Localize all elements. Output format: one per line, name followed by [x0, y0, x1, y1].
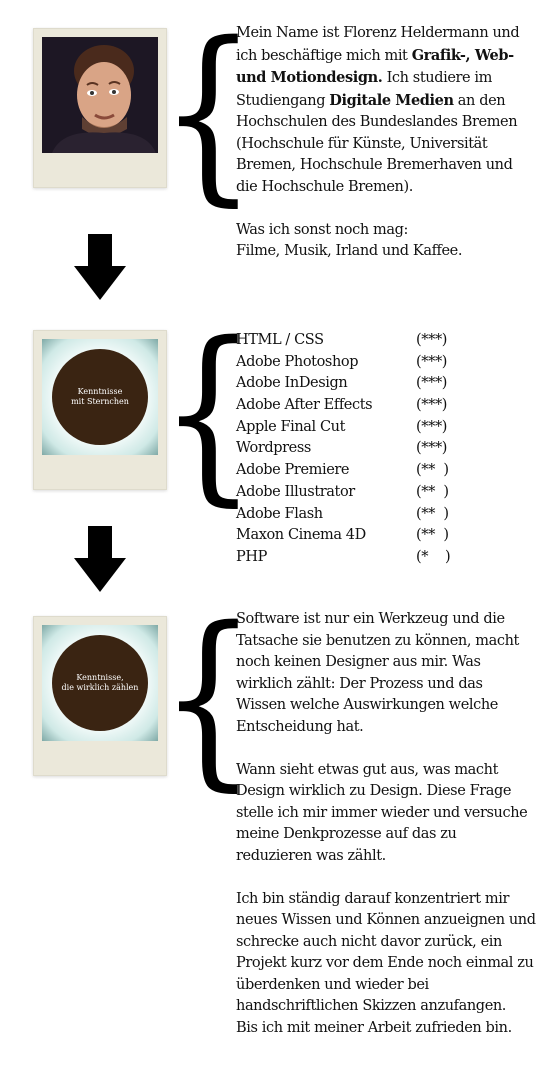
skill-name: Adobe After Effects — [236, 397, 373, 414]
skill-rating: (***) — [416, 375, 448, 392]
skill-row: Adobe Premiere (** ) — [236, 460, 476, 482]
skill-name: Adobe Photoshop — [236, 353, 359, 370]
likes-text: Filme, Musik, Irland und Kaffee. — [236, 243, 463, 259]
philosophy-paragraph-4: Bis ich mit meiner Arbeit zufrieden bin. — [236, 1019, 512, 1036]
skill-rating: (***) — [416, 418, 448, 435]
portrait-photo — [42, 37, 158, 153]
skill-row: HTML / CSS (***) — [236, 330, 476, 352]
skill-rating: (***) — [416, 353, 448, 370]
arrow-down-icon — [74, 234, 126, 300]
skill-name: Maxon Cinema 4D — [236, 527, 366, 544]
skill-row: Adobe Flash (** ) — [236, 504, 476, 526]
skill-name: Apple Final Cut — [236, 418, 346, 435]
skills-circle-label: Kenntnisse mit Sternchen — [71, 387, 129, 406]
philosophy-paragraph-2: Wann sieht etwas gut aus, was macht Desi… — [236, 761, 528, 864]
values-circle: Kenntnisse, die wirklich zählen — [52, 635, 148, 731]
skill-row: Adobe Illustrator (** ) — [236, 482, 476, 504]
philosophy-text-block: Software ist nur ein Werkzeug und die Ta… — [236, 609, 536, 1039]
curly-brace-icon: { — [160, 2, 257, 223]
values-photo: Kenntnisse, die wirklich zählen — [42, 625, 158, 741]
skill-name: Adobe Premiere — [236, 462, 350, 479]
skill-name: Adobe Flash — [236, 505, 323, 522]
philosophy-paragraph-3: Ich bin ständig darauf konzentriert mir … — [236, 890, 536, 1015]
curly-brace-icon: { — [160, 587, 257, 808]
skill-name: Adobe Illustrator — [236, 483, 355, 500]
skill-row: Adobe After Effects (***) — [236, 395, 476, 417]
skill-row: Wordpress (***) — [236, 438, 476, 460]
skill-row: Maxon Cinema 4D (** ) — [236, 525, 476, 547]
values-polaroid: Kenntnisse, die wirklich zählen — [33, 616, 167, 776]
skills-photo: Kenntnisse mit Sternchen — [42, 339, 158, 455]
skill-rating: (* ) — [416, 548, 451, 565]
values-circle-label: Kenntnisse, die wirklich zählen — [61, 673, 139, 692]
skill-rating: (** ) — [416, 483, 449, 500]
skill-row: Apple Final Cut (***) — [236, 417, 476, 439]
skill-name: Adobe InDesign — [236, 375, 348, 392]
skills-circle: Kenntnisse mit Sternchen — [52, 349, 148, 445]
bio-paragraph: Mein Name ist Florenz Heldermann und ich… — [236, 23, 536, 198]
likes-title: Was ich sonst noch mag: — [236, 221, 408, 238]
skill-row: Adobe Photoshop (***) — [236, 352, 476, 374]
skill-rating: (***) — [416, 440, 448, 457]
portrait-polaroid — [33, 28, 167, 188]
philosophy-paragraph-1: Software ist nur ein Werkzeug und die Ta… — [236, 611, 519, 735]
skills-list: HTML / CSS (***) Adobe Photoshop (***) Adobe… — [236, 330, 476, 569]
arrow-down-icon — [74, 526, 126, 592]
skills-polaroid: Kenntnisse mit Sternchen — [33, 330, 167, 490]
skill-name: HTML / CSS — [236, 332, 324, 348]
skill-row: Adobe InDesign (***) — [236, 373, 476, 395]
curly-brace-icon: { — [160, 302, 257, 523]
skill-rating: (***) — [416, 332, 448, 348]
skill-rating: (** ) — [416, 527, 449, 544]
skill-rating: (** ) — [416, 462, 449, 479]
skill-rating: (***) — [416, 397, 448, 414]
skill-rating: (** ) — [416, 505, 449, 522]
skill-name: PHP — [236, 548, 267, 565]
skill-name: Wordpress — [236, 440, 311, 457]
bio-text-block: Mein Name ist Florenz Heldermann und ich… — [236, 23, 536, 263]
bio-emphasis: Digitale Medien — [329, 91, 454, 109]
skill-row: PHP (* ) — [236, 547, 476, 569]
